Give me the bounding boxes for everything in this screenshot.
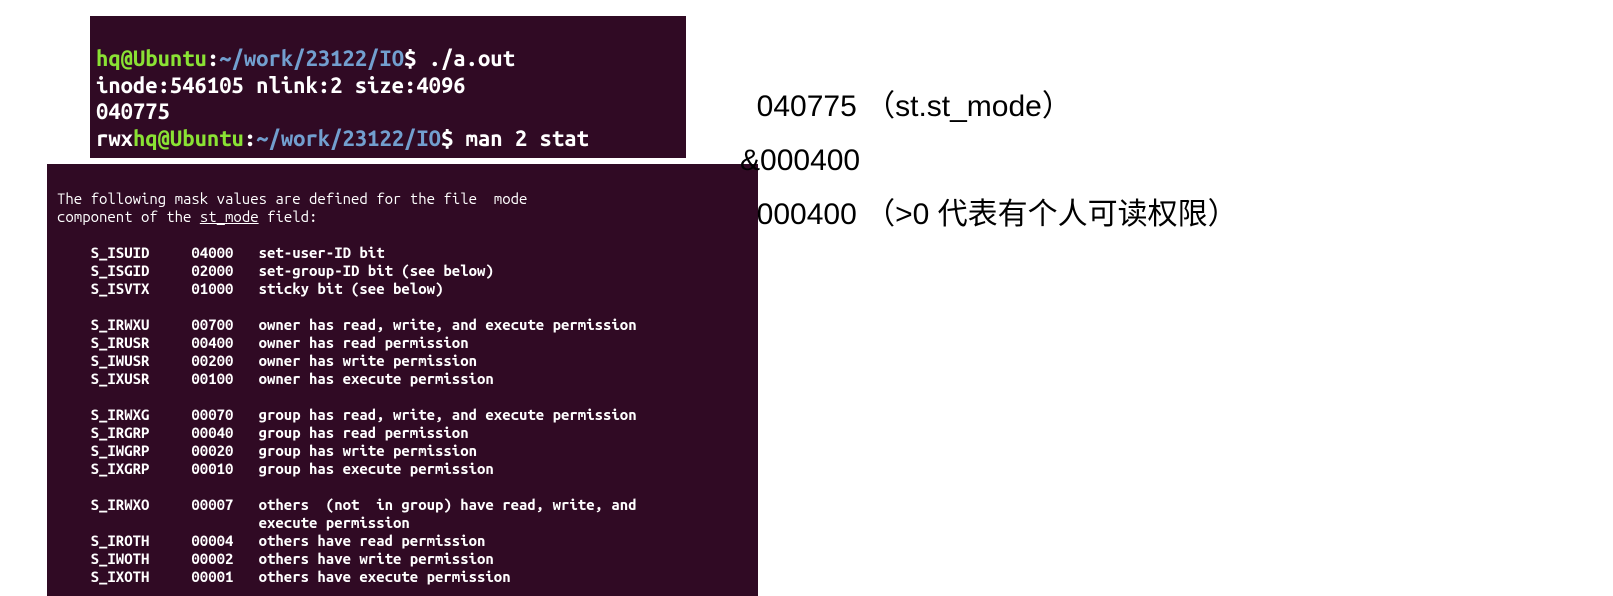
prompt-path: ~/work/23122/IO	[256, 126, 441, 151]
mask-row: execute permission	[57, 514, 410, 531]
mask-row: S_IROTH 00004 others have read permissio…	[57, 532, 485, 549]
prompt-user: hq@Ubuntu	[133, 126, 244, 151]
terminal-output-1: hq@Ubuntu:~/work/23122/IO$ ./a.out inode…	[90, 16, 686, 158]
prompt-user: hq@Ubuntu	[96, 46, 207, 71]
mask-row: S_IXGRP 00010 group has execute permissi…	[57, 460, 494, 477]
mask-row: S_ISUID 04000 set-user-ID bit	[57, 244, 385, 261]
man-page-excerpt: The following mask values are defined fo…	[47, 164, 758, 596]
output-line: rwx	[96, 126, 133, 151]
mask-row: S_IRGRP 00040 group has read permission	[57, 424, 469, 441]
mask-row: S_IRWXO 00007 others (not in group) have…	[57, 496, 637, 513]
command-2: man 2 stat	[466, 126, 589, 151]
output-line: 040775	[96, 99, 170, 124]
mask-row: S_IXOTH 00001 others have execute permis…	[57, 568, 511, 585]
mask-row: S_IRWXG 00070 group has read, write, and…	[57, 406, 637, 423]
mask-row: S_IWGRP 00020 group has write permission	[57, 442, 477, 459]
st-mode-underline: st_mode	[200, 208, 259, 225]
man-intro-line: The following mask values are defined fo…	[57, 190, 527, 207]
mask-row: S_IRWXU 00700 owner has read, write, and…	[57, 316, 637, 333]
annotation-line: &000400	[740, 134, 1238, 188]
annotation-text: 040775 （st.st_mode） &000400 000400 （>0 代…	[740, 80, 1238, 242]
prompt-path: ~/work/23122/IO	[219, 46, 404, 71]
annotation-line: 040775 （st.st_mode）	[740, 80, 1238, 134]
mask-row: S_IRUSR 00400 owner has read permission	[57, 334, 469, 351]
annotation-line: 000400 （>0 代表有个人可读权限）	[740, 188, 1238, 242]
output-line: inode:546105 nlink:2 size:4096	[96, 73, 466, 98]
mask-row: S_IWOTH 00002 others have write permissi…	[57, 550, 494, 567]
command-1: ./a.out	[429, 46, 515, 71]
mask-row: S_ISGID 02000 set-group-ID bit (see belo…	[57, 262, 494, 279]
man-intro-line: component of the st_mode field:	[57, 208, 317, 225]
mask-row: S_IWUSR 00200 owner has write permission	[57, 352, 477, 369]
mask-row: S_IXUSR 00100 owner has execute permissi…	[57, 370, 494, 387]
mask-row: S_ISVTX 01000 sticky bit (see below)	[57, 280, 443, 297]
